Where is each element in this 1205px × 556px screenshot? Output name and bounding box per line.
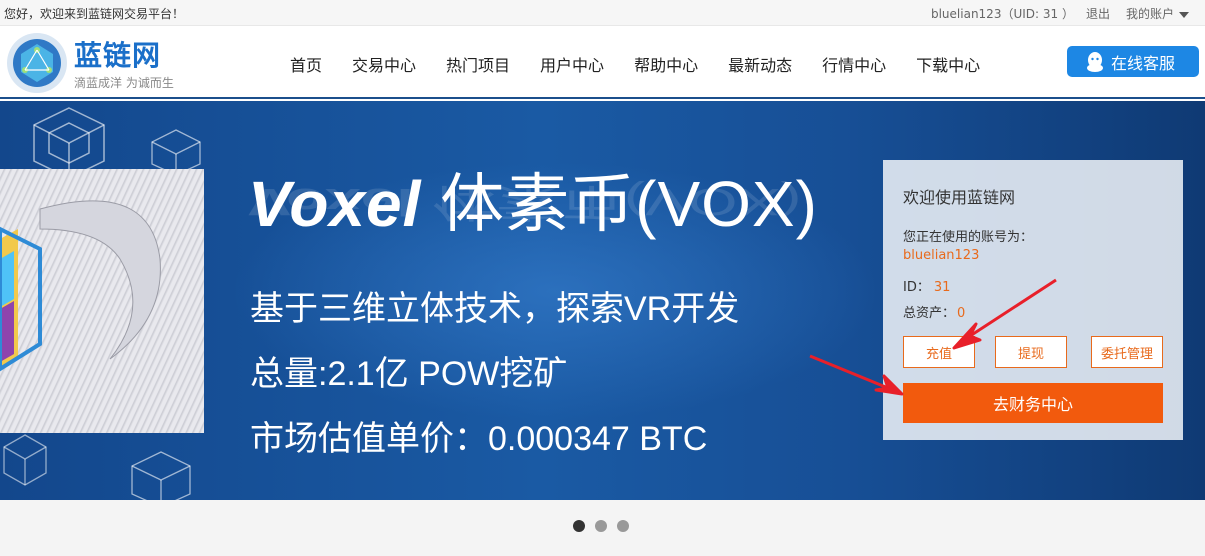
- brand-name: 蓝链网: [74, 39, 162, 72]
- banner-line-tech: 基于三维立体技术，探索VR开发: [250, 290, 740, 328]
- account-value: bluelian123: [903, 248, 980, 263]
- banner-line-price: 市场估值单价：0.000347 BTC: [250, 420, 708, 458]
- reflection-cn: 体素币(VOX): [414, 180, 802, 224]
- finance-center-button[interactable]: 去财务中心: [903, 383, 1163, 423]
- carousel-dot-1[interactable]: [573, 520, 585, 532]
- nav-item-user-center[interactable]: 用户中心: [540, 52, 604, 76]
- logo-icon[interactable]: [6, 32, 68, 94]
- headline-reflection: Voxel 体素币(VOX): [248, 178, 802, 233]
- account-label: 您正在使用的账号为：: [903, 230, 1034, 245]
- cube-wireframe-icon: [3, 434, 47, 486]
- nav-item-download[interactable]: 下载中心: [916, 52, 980, 76]
- online-service-button[interactable]: 在线客服: [1067, 46, 1199, 77]
- main-nav: 首页 交易中心 热门项目 用户中心 帮助中心 最新动态 行情中心 下载中心: [290, 52, 1010, 76]
- nav-item-hot-projects[interactable]: 热门项目: [446, 52, 510, 76]
- annotation-arrow-icon: [809, 354, 904, 396]
- nav-item-news[interactable]: 最新动态: [728, 52, 792, 76]
- carousel-dots: [573, 520, 629, 532]
- user-id-link[interactable]: bluelian123（UID: 31 ）: [931, 5, 1074, 22]
- reflection-latin: Voxel: [248, 180, 414, 224]
- nav-item-market[interactable]: 行情中心: [822, 52, 886, 76]
- cube-wireframe-icon: [131, 451, 191, 500]
- user-links: bluelian123（UID: 31 ） 退出 我的账户: [927, 5, 1189, 22]
- qq-penguin-icon: [1087, 51, 1103, 72]
- nav-item-home[interactable]: 首页: [290, 52, 322, 76]
- nav-item-trade[interactable]: 交易中心: [352, 52, 416, 76]
- entrust-button[interactable]: 委托管理: [1091, 336, 1163, 368]
- chevron-down-icon: [1179, 11, 1189, 18]
- panel-title: 欢迎使用蓝链网: [903, 188, 1016, 207]
- nav-item-help[interactable]: 帮助中心: [634, 52, 698, 76]
- carousel-dot-2[interactable]: [595, 520, 607, 532]
- voxel-cube-icon: [0, 200, 161, 372]
- id-label: ID：: [903, 280, 930, 295]
- brand-slogan: 滴蓝成洋 为诚而生: [74, 76, 174, 90]
- logout-link[interactable]: 退出: [1086, 5, 1110, 22]
- annotation-arrow-icon: [952, 278, 1057, 350]
- my-account-label: 我的账户: [1125, 7, 1174, 21]
- welcome-text: 您好，欢迎来到蓝链网交易平台！: [4, 7, 185, 21]
- site-header: 蓝链网 滴蓝成洋 为诚而生 首页 交易中心 热门项目 用户中心 帮助中心 最新动…: [0, 26, 1205, 99]
- brand[interactable]: 蓝链网 滴蓝成洋 为诚而生: [74, 34, 174, 91]
- banner-line-supply: 总量:2.1亿 POW挖矿: [250, 355, 568, 393]
- top-bar: 您好，欢迎来到蓝链网交易平台！ bluelian123（UID: 31 ） 退出…: [0, 0, 1205, 26]
- carousel-dot-3[interactable]: [617, 520, 629, 532]
- voxel-art-image: [0, 169, 204, 433]
- my-account-menu[interactable]: 我的账户: [1122, 5, 1189, 22]
- online-service-label: 在线客服: [1111, 53, 1176, 73]
